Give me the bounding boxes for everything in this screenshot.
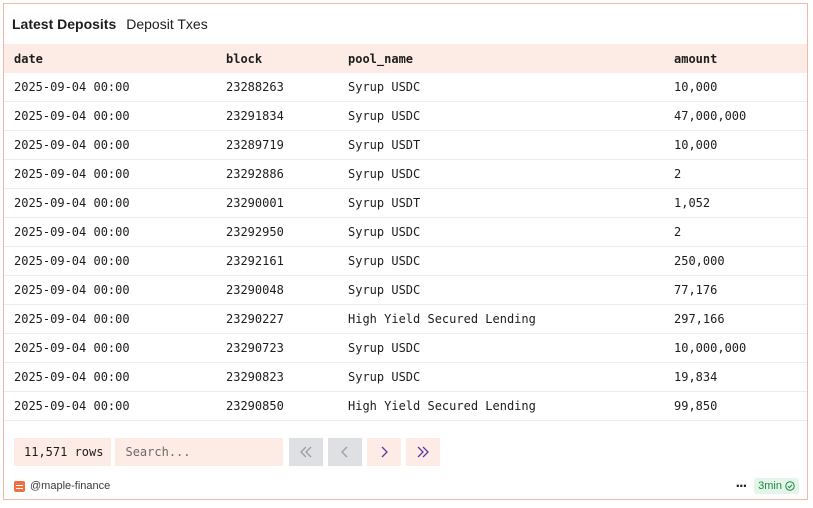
maple-logo-icon — [14, 480, 25, 492]
table-row: 2025-09-04 00:00 23290850 High Yield Secur… — [4, 391, 807, 421]
cell-amount: 250,000 — [674, 246, 807, 276]
cell-amount: 10,000 — [674, 130, 807, 160]
cell-pool-name: Syrup USDC — [348, 217, 674, 247]
author-name: @maple-finance — [30, 480, 111, 492]
cell-pool-name: High Yield Secured Lending — [348, 304, 674, 334]
cell-date: 2025-09-04 00:00 — [4, 73, 226, 102]
table-header-row: date block pool_name amount — [4, 44, 807, 73]
cell-block: 23291834 — [226, 101, 348, 131]
cell-amount: 99,850 — [674, 391, 807, 421]
cell-amount: 2 — [674, 217, 807, 247]
row-count: 11,571 rows — [14, 438, 112, 466]
cell-pool-name: High Yield Secured Lending — [348, 391, 674, 421]
last-page-button[interactable] — [406, 438, 441, 466]
cell-block: 23292161 — [226, 246, 348, 276]
cell-pool-name: Syrup USDC — [348, 246, 674, 276]
cell-pool-name: Syrup USDC — [348, 275, 674, 305]
column-header-pool-name[interactable]: pool_name — [348, 44, 674, 73]
cell-amount: 2 — [674, 159, 807, 189]
cell-date: 2025-09-04 00:00 — [4, 333, 226, 363]
cell-date: 2025-09-04 00:00 — [4, 101, 226, 131]
cell-amount: 77,176 — [674, 275, 807, 305]
table-row: 2025-09-04 00:00 23290823 Syrup USDC 19,834 — [4, 362, 807, 392]
double-chevron-right-icon — [418, 446, 430, 458]
cell-block: 23290850 — [226, 391, 348, 421]
chevron-right-icon — [382, 446, 389, 458]
table-row: 2025-09-04 00:00 23292950 Syrup USDC 2 — [4, 217, 807, 247]
cell-block: 23288263 — [226, 73, 348, 102]
previous-page-button[interactable] — [328, 438, 363, 466]
table-row: 2025-09-04 00:00 23292161 Syrup USDC 250,00… — [4, 246, 807, 276]
cell-block: 23289719 — [226, 130, 348, 160]
cell-date: 2025-09-04 00:00 — [4, 304, 226, 334]
column-header-block[interactable]: block — [226, 44, 348, 73]
cell-date: 2025-09-04 00:00 — [4, 159, 226, 189]
card-meta: ··· 3min — [735, 478, 799, 494]
cell-date: 2025-09-04 00:00 — [4, 246, 226, 276]
table-row: 2025-09-04 00:00 23289719 Syrup USDT 10,000 — [4, 130, 807, 160]
cell-pool-name: Syrup USDC — [348, 159, 674, 189]
table-body: 2025-09-04 00:00 23288263 Syrup USDC 10,000… — [4, 73, 807, 421]
table-row: 2025-09-04 00:00 23288263 Syrup USDC 10,000 — [4, 73, 807, 102]
cell-pool-name: Syrup USDC — [348, 73, 674, 102]
table-controls: 11,571 rows — [14, 438, 445, 466]
cell-date: 2025-09-04 00:00 — [4, 217, 226, 247]
cell-amount: 10,000,000 — [674, 333, 807, 363]
card-header: Latest Deposits Deposit Txes — [12, 14, 208, 34]
cell-block: 23292886 — [226, 159, 348, 189]
check-circle-icon — [785, 481, 795, 491]
cell-pool-name: Syrup USDC — [348, 101, 674, 131]
refresh-time: 3min — [758, 480, 782, 492]
results-table-container: date block pool_name amount 2025-09-04 0… — [4, 44, 807, 421]
cell-amount: 1,052 — [674, 188, 807, 218]
table-row: 2025-09-04 00:00 23292886 Syrup USDC 2 — [4, 159, 807, 189]
cell-pool-name: Syrup USDT — [348, 188, 674, 218]
next-page-button[interactable] — [367, 438, 402, 466]
column-header-amount[interactable]: amount — [674, 44, 807, 73]
cell-block: 23290227 — [226, 304, 348, 334]
table-row: 2025-09-04 00:00 23291834 Syrup USDC 47,000… — [4, 101, 807, 131]
cell-date: 2025-09-04 00:00 — [4, 362, 226, 392]
cell-date: 2025-09-04 00:00 — [4, 275, 226, 305]
cell-block: 23292950 — [226, 217, 348, 247]
query-result-card: Latest Deposits Deposit Txes date block … — [3, 3, 808, 500]
cell-date: 2025-09-04 00:00 — [4, 188, 226, 218]
cell-amount: 47,000,000 — [674, 101, 807, 131]
cell-date: 2025-09-04 00:00 — [4, 130, 226, 160]
cell-amount: 10,000 — [674, 73, 807, 102]
cell-block: 23290048 — [226, 275, 348, 305]
table-row: 2025-09-04 00:00 23290048 Syrup USDC 77,176 — [4, 275, 807, 305]
double-chevron-left-icon — [300, 446, 312, 458]
cell-pool-name: Syrup USDC — [348, 333, 674, 363]
table-row: 2025-09-04 00:00 23290227 High Yield Secur… — [4, 304, 807, 334]
cell-block: 23290823 — [226, 362, 348, 392]
table-row: 2025-09-04 00:00 23290001 Syrup USDT 1,052 — [4, 188, 807, 218]
cell-amount: 297,166 — [674, 304, 807, 334]
cell-pool-name: Syrup USDT — [348, 130, 674, 160]
column-header-date[interactable]: date — [4, 44, 226, 73]
cell-amount: 19,834 — [674, 362, 807, 392]
more-options-icon[interactable]: ··· — [735, 478, 747, 494]
card-title: Latest Deposits — [12, 16, 117, 32]
results-table: date block pool_name amount 2025-09-04 0… — [4, 44, 807, 421]
chevron-left-icon — [341, 446, 348, 458]
cell-block: 23290723 — [226, 333, 348, 363]
cell-pool-name: Syrup USDC — [348, 362, 674, 392]
search-input[interactable] — [115, 438, 284, 466]
cell-date: 2025-09-04 00:00 — [4, 391, 226, 421]
cell-block: 23290001 — [226, 188, 348, 218]
card-subtitle: Deposit Txes — [126, 16, 208, 32]
refresh-status-badge: 3min — [754, 478, 799, 494]
author-link[interactable]: @maple-finance — [14, 478, 110, 494]
first-page-button[interactable] — [289, 438, 324, 466]
table-row: 2025-09-04 00:00 23290723 Syrup USDC 10,000… — [4, 333, 807, 363]
